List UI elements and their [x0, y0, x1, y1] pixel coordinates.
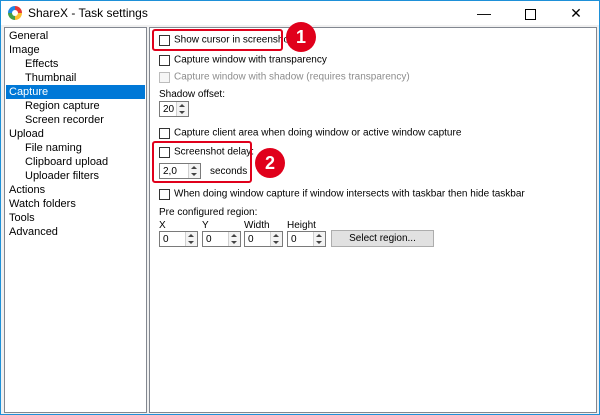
spin-up-icon[interactable] [231, 234, 237, 237]
tree-item-screen-recorder[interactable]: Screen recorder [6, 113, 145, 127]
region-height-label: Height [287, 220, 316, 231]
region-width-value: 0 [248, 234, 254, 245]
tree-item-region-capture[interactable]: Region capture [6, 99, 145, 113]
annotation-highlight-2 [152, 141, 252, 183]
tree-item-effects[interactable]: Effects [6, 57, 145, 71]
annotation-badge-2: 2 [255, 148, 285, 178]
hide-taskbar-label: When doing window capture if window inte… [174, 188, 525, 200]
tree-item-capture[interactable]: Capture [6, 85, 145, 99]
minimize-button[interactable]: — [461, 1, 507, 25]
region-width-arrows[interactable] [270, 232, 282, 246]
tree-item-thumbnail[interactable]: Thumbnail [6, 71, 145, 85]
annotation-highlight-1 [152, 29, 283, 51]
spin-up-icon[interactable] [188, 234, 194, 237]
spin-down-icon[interactable] [179, 111, 185, 114]
capture-transparency-checkbox[interactable] [159, 54, 170, 66]
spin-down-icon[interactable] [273, 241, 279, 244]
tree-item-actions[interactable]: Actions [6, 183, 145, 197]
tree-item-uploader-filters[interactable]: Uploader filters [6, 169, 145, 183]
tree-item-image[interactable]: Image [6, 43, 145, 57]
settings-tree[interactable]: General Image Effects Thumbnail Capture … [4, 27, 147, 413]
spin-up-icon[interactable] [179, 104, 185, 107]
preconfigured-region-label: Pre configured region: [159, 207, 258, 218]
tree-item-upload[interactable]: Upload [6, 127, 145, 141]
maximize-icon [524, 8, 536, 20]
close-button[interactable]: ✕ [553, 1, 599, 25]
region-x-label: X [159, 220, 166, 231]
tree-item-tools[interactable]: Tools [6, 211, 145, 225]
tree-item-clipboard-upload[interactable]: Clipboard upload [6, 155, 145, 169]
spin-down-icon[interactable] [231, 241, 237, 244]
spin-down-icon[interactable] [316, 241, 322, 244]
region-y-arrows[interactable] [228, 232, 240, 246]
spin-down-icon[interactable] [188, 241, 194, 244]
client-area-label: Capture client area when doing window or… [174, 127, 462, 139]
shadow-offset-arrows[interactable] [176, 102, 188, 116]
capture-settings-panel: Show cursor in screenshots Capture windo… [149, 22, 597, 413]
capture-transparency-label: Capture window with transparency [174, 54, 327, 66]
tree-item-advanced[interactable]: Advanced [6, 225, 145, 239]
region-y-value: 0 [206, 234, 212, 245]
spin-up-icon[interactable] [273, 234, 279, 237]
shadow-offset-value: 20 [163, 104, 175, 115]
tree-item-general[interactable]: General [6, 29, 145, 43]
region-x-arrows[interactable] [185, 232, 197, 246]
capture-shadow-checkbox [159, 71, 170, 83]
maximize-button[interactable] [507, 1, 553, 25]
region-width-spinner[interactable]: 0 [244, 231, 283, 247]
tree-item-file-naming[interactable]: File naming [6, 141, 145, 155]
region-x-value: 0 [163, 234, 169, 245]
window-title: ShareX - Task settings [28, 6, 148, 20]
capture-shadow-checkbox-row: Capture window with shadow (requires tra… [159, 71, 410, 84]
task-settings-window: ShareX - Task settings — ✕ General Image… [0, 0, 600, 415]
capture-shadow-label: Capture window with shadow (requires tra… [174, 71, 410, 83]
region-height-spinner[interactable]: 0 [287, 231, 326, 247]
annotation-badge-1: 1 [286, 22, 316, 52]
spin-up-icon[interactable] [316, 234, 322, 237]
hide-taskbar-checkbox[interactable] [159, 188, 170, 200]
capture-transparency-checkbox-row[interactable]: Capture window with transparency [159, 54, 327, 67]
region-y-label: Y [202, 220, 209, 231]
client-area-checkbox-row[interactable]: Capture client area when doing window or… [159, 127, 461, 140]
region-y-spinner[interactable]: 0 [202, 231, 241, 247]
select-region-button[interactable]: Select region... [331, 230, 434, 247]
sharex-logo-icon [8, 6, 22, 20]
region-width-label: Width [244, 220, 270, 231]
region-height-value: 0 [291, 234, 297, 245]
hide-taskbar-checkbox-row[interactable]: When doing window capture if window inte… [159, 188, 525, 201]
client-area-checkbox[interactable] [159, 127, 170, 139]
shadow-offset-label: Shadow offset: [159, 89, 225, 100]
region-x-spinner[interactable]: 0 [159, 231, 198, 247]
tree-item-watch-folders[interactable]: Watch folders [6, 197, 145, 211]
region-height-arrows[interactable] [313, 232, 325, 246]
shadow-offset-spinner[interactable]: 20 [159, 101, 189, 117]
